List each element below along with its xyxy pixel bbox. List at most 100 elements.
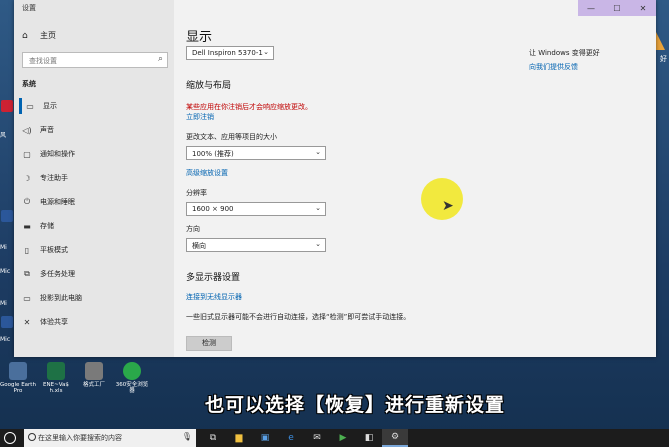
settings-icon[interactable]: ⚙ — [382, 429, 408, 447]
desktop-icon-format-factory[interactable]: 格式工厂 — [76, 362, 112, 388]
360-browser-icon — [123, 362, 141, 380]
sidebar-item-tablet-mode[interactable]: ▯ 平板模式 — [22, 242, 172, 258]
desktop-icon-label: Mi — [0, 300, 7, 307]
sidebar-item-label: 声音 — [40, 126, 54, 134]
taskbar-pinned-apps: ⧉ ▆ ▣ e ✉ ▶ ◧ ⚙ — [200, 429, 408, 447]
search-icon: ⌕ — [157, 54, 163, 64]
left-desktop-strip: 风 Mi Mic Mi Mic — [0, 0, 14, 360]
desktop-app-icon[interactable] — [1, 100, 13, 112]
text-size-label: 更改文本、应用等项目的大小 — [186, 133, 277, 141]
sidebar-item-projecting[interactable]: ▭ 投影到此电脑 — [22, 290, 172, 306]
sidebar-item-label: 存储 — [40, 222, 54, 230]
scale-warning-text: 某些应用在你注销后才会响应缩放更改。 — [186, 103, 312, 111]
orientation-value: 横向 — [192, 242, 206, 250]
resolution-select[interactable]: 1600 × 900 ⌄ — [186, 202, 326, 216]
nav-home-label: 主页 — [40, 31, 56, 40]
edge-icon[interactable]: e — [278, 429, 304, 447]
desktop-icon-label: Mi — [0, 244, 7, 251]
scale-layout-heading: 缩放与布局 — [186, 81, 232, 91]
mail-icon[interactable]: ✉ — [304, 429, 330, 447]
taskbar: 在这里输入你要搜索的内容 🎙 ⧉ ▆ ▣ e ✉ ▶ ◧ ⚙ — [0, 429, 669, 447]
taskbar-search-placeholder: 在这里输入你要搜索的内容 — [38, 434, 122, 442]
desktop-icon-excel[interactable]: ENE~Va$ h.xls — [38, 362, 74, 394]
sidebar-item-multitasking[interactable]: ⧉ 多任务处理 — [22, 266, 172, 282]
microphone-icon[interactable]: 🎙 — [182, 432, 192, 441]
excel-file-icon — [47, 362, 65, 380]
multi-display-heading: 多显示器设置 — [186, 273, 241, 283]
wireless-display-link[interactable]: 连接到无线显示器 — [186, 292, 242, 302]
advanced-scaling-link[interactable]: 高级缩放设置 — [186, 168, 228, 178]
desktop-app-icon[interactable] — [1, 316, 13, 328]
sidebar-item-label: 电源和睡眠 — [40, 198, 75, 206]
nav-section-title: 系统 — [22, 80, 36, 88]
desktop-icon-label: 风 — [0, 132, 7, 139]
desktop-icon-label: 好 — [660, 55, 667, 63]
sidebar-item-notifications[interactable]: ▢ 通知和操作 — [22, 146, 172, 162]
search-placeholder: 查找设置 — [29, 57, 57, 65]
chevron-down-icon: ⌄ — [315, 240, 321, 248]
monitor-select-value: Dell Inspiron 5370-1 — [192, 49, 263, 57]
video-subtitle: 也可以选择【恢复】进行重新设置 — [205, 394, 506, 416]
start-button[interactable] — [4, 432, 16, 444]
maximize-button[interactable]: ☐ — [604, 0, 630, 16]
feedback-link[interactable]: 向我们提供反馈 — [529, 62, 600, 72]
app-icon[interactable]: ◧ — [356, 429, 382, 447]
desktop-icons: Google Earth Pro ENE~Va$ h.xls 格式工厂 360安… — [0, 362, 200, 410]
close-button[interactable]: ✕ — [630, 0, 656, 16]
nav-pane: ⌂ 主页 查找设置 ⌕ 系统 ▭ 显示 ◁) 声音 ▢ 通知和操作 ☽ 专注助手… — [14, 16, 174, 357]
desktop-icon-label: 格式工厂 — [82, 382, 105, 388]
settings-window: 设置 — ☐ ✕ ⌂ 主页 查找设置 ⌕ 系统 ▭ 显示 ◁) 声音 ▢ 通知和… — [14, 0, 656, 357]
chevron-down-icon: ⌄ — [315, 204, 321, 212]
google-earth-icon — [9, 362, 27, 380]
play-icon[interactable]: ▶ — [330, 429, 356, 447]
sidebar-item-label: 通知和操作 — [40, 150, 75, 158]
store-icon[interactable]: ▣ — [252, 429, 278, 447]
resolution-value: 1600 × 900 — [192, 205, 234, 213]
chevron-down-icon: ⌄ — [263, 48, 269, 56]
nav-home[interactable]: ⌂ 主页 — [22, 30, 56, 41]
desktop-icon-360-browser[interactable]: 360安全浏览器 — [114, 362, 150, 394]
detect-button[interactable]: 检测 — [186, 336, 232, 351]
file-explorer-icon[interactable]: ▆ — [226, 429, 252, 447]
monitor-select[interactable]: Dell Inspiron 5370-1 ⌄ — [186, 46, 274, 60]
desktop-icon-google-earth[interactable]: Google Earth Pro — [0, 362, 36, 394]
sign-out-link[interactable]: 立即注销 — [186, 112, 214, 122]
sidebar-item-focus-assist[interactable]: ☽ 专注助手 — [22, 170, 172, 186]
page-title: 显示 — [186, 30, 213, 45]
feedback-panel: 让 Windows 变得更好 向我们提供反馈 — [529, 48, 600, 72]
desktop-icon-label: Mic — [0, 336, 11, 343]
orientation-select[interactable]: 横向 ⌄ — [186, 238, 326, 252]
project-icon: ▭ — [23, 293, 31, 303]
sidebar-item-shared-experiences[interactable]: ✕ 体验共享 — [22, 314, 172, 330]
sidebar-item-label: 平板模式 — [40, 246, 68, 254]
notification-icon: ▢ — [23, 149, 31, 159]
desktop-icon-label: Mic — [0, 268, 11, 275]
display-settings-content: 显示 Dell Inspiron 5370-1 ⌄ 缩放与布局 某些应用在你注销… — [186, 16, 526, 357]
desktop-icon-label: Google Earth Pro — [0, 382, 36, 394]
desktop-icon-label: 360安全浏览器 — [115, 382, 149, 394]
chevron-down-icon: ⌄ — [315, 148, 321, 156]
tablet-icon: ▯ — [24, 245, 30, 255]
text-size-select[interactable]: 100% (推荐) ⌄ — [186, 146, 326, 160]
sidebar-item-label: 显示 — [43, 102, 57, 110]
cortana-icon — [28, 433, 36, 441]
desktop-icon-label: ENE~Va$ h.xls — [43, 382, 69, 394]
sidebar-item-label: 专注助手 — [40, 174, 68, 182]
sidebar-item-power[interactable]: ⏻ 电源和睡眠 — [22, 194, 172, 210]
power-icon: ⏻ — [23, 197, 31, 206]
task-view-icon[interactable]: ⧉ — [200, 429, 226, 447]
sidebar-item-display[interactable]: ▭ 显示 — [19, 98, 169, 114]
multitask-icon: ⧉ — [24, 269, 30, 278]
minimize-button[interactable]: — — [578, 0, 604, 16]
desktop-app-icon[interactable] — [1, 210, 13, 222]
caption-buttons: — ☐ ✕ — [578, 0, 656, 16]
window-title: 设置 — [22, 4, 36, 12]
sidebar-item-label: 多任务处理 — [40, 270, 75, 278]
sidebar-item-label: 投影到此电脑 — [40, 294, 82, 302]
sidebar-item-storage[interactable]: ▬ 存储 — [22, 218, 172, 234]
format-factory-icon — [85, 362, 103, 380]
home-icon: ⌂ — [22, 30, 28, 41]
taskbar-search-box[interactable]: 在这里输入你要搜索的内容 🎙 — [24, 429, 196, 447]
search-input[interactable]: 查找设置 ⌕ — [22, 52, 168, 68]
sidebar-item-sound[interactable]: ◁) 声音 — [22, 122, 172, 138]
